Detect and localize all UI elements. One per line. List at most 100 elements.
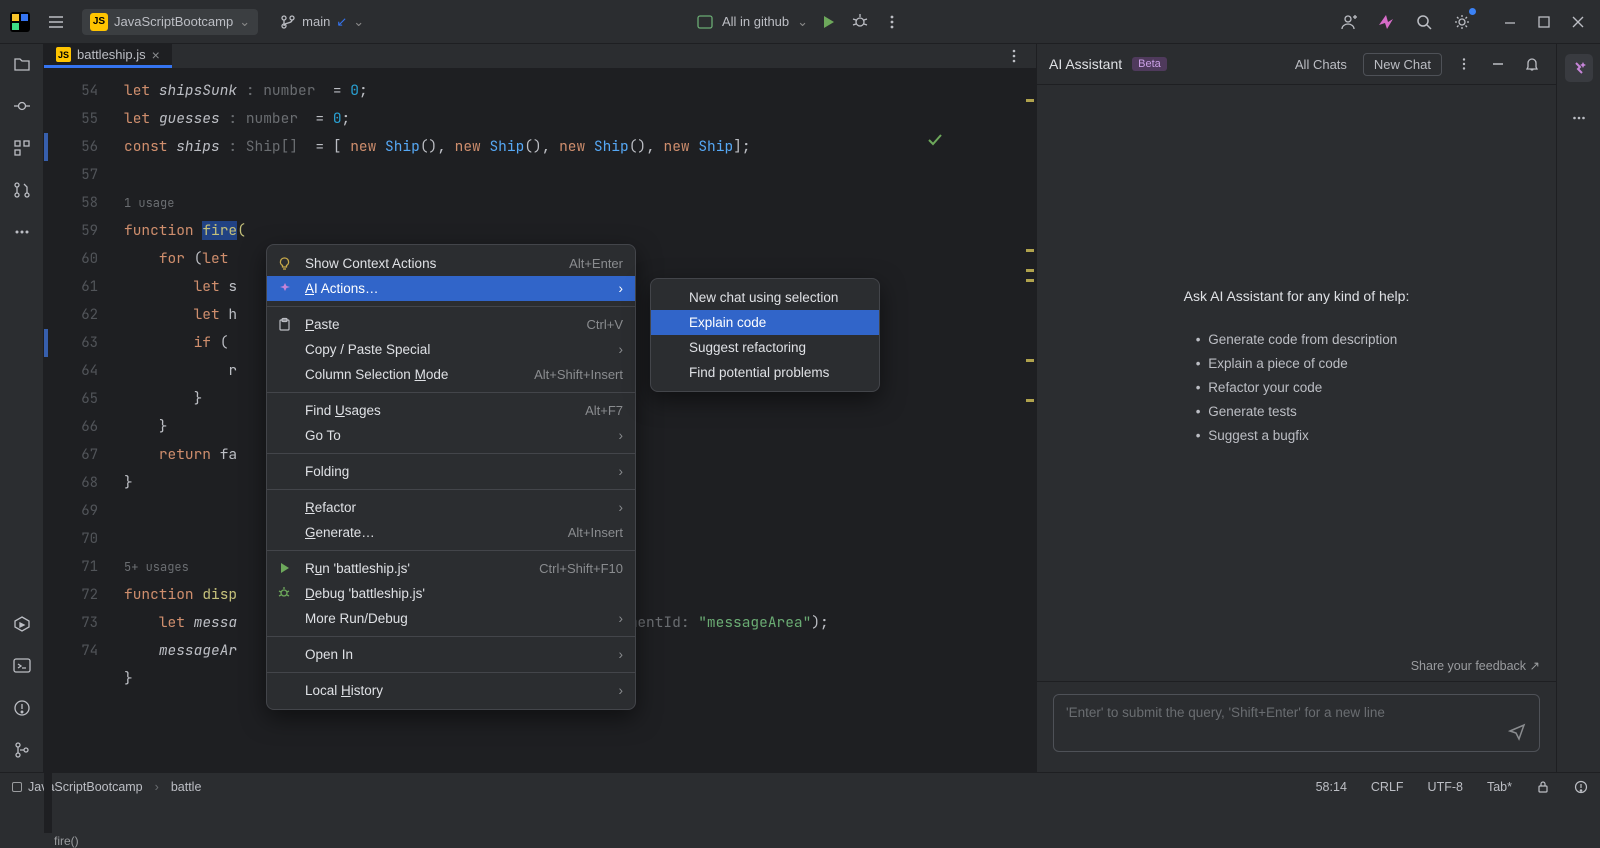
submenu-arrow-icon: ›	[619, 683, 624, 698]
app-logo-icon	[10, 12, 30, 32]
menu-separator	[267, 453, 635, 454]
send-icon[interactable]	[1507, 721, 1527, 741]
menu-shortcut: Ctrl+Shift+F10	[539, 561, 623, 576]
menu-shortcut: Alt+F7	[585, 403, 623, 418]
context-menu-item[interactable]: Folding›	[267, 459, 635, 484]
context-menu-item[interactable]: Find UsagesAlt+F7	[267, 398, 635, 423]
menu-item-label: Explain code	[689, 315, 766, 330]
change-marker	[44, 329, 48, 357]
submenu-item[interactable]: Explain code	[651, 310, 879, 335]
menu-shortcut: Alt+Insert	[568, 525, 623, 540]
code-with-me-icon[interactable]	[1336, 10, 1360, 34]
context-menu-item[interactable]: More Run/Debug›	[267, 606, 635, 631]
indent-config[interactable]: Tab*	[1487, 780, 1512, 794]
submenu-item[interactable]: Suggest refactoring	[651, 335, 879, 360]
close-window-button[interactable]	[1566, 10, 1590, 34]
ai-assistant-panel: AI Assistant Beta All Chats New Chat Ask…	[1036, 44, 1556, 772]
services-toolwindow-button[interactable]	[10, 612, 34, 636]
context-menu-item[interactable]: Copy / Paste Special›	[267, 337, 635, 362]
context-menu-item[interactable]: Local History›	[267, 678, 635, 703]
ai-chat-input[interactable]: 'Enter' to submit the query, 'Shift+Ente…	[1053, 694, 1540, 752]
context-menu-item[interactable]: Debug 'battleship.js'	[267, 581, 635, 606]
all-chats-tab[interactable]: All Chats	[1289, 53, 1353, 76]
problems-toolwindow-button[interactable]	[10, 696, 34, 720]
context-menu-item[interactable]: Run 'battleship.js'Ctrl+Shift+F10	[267, 556, 635, 581]
ai-actions-submenu[interactable]: New chat using selection Explain code Sugg…	[650, 278, 880, 392]
ai-input-placeholder: 'Enter' to submit the query, 'Shift+Ente…	[1066, 705, 1385, 720]
terminal-toolwindow-button[interactable]	[10, 654, 34, 678]
paste-icon	[277, 317, 293, 333]
ai-icon	[277, 281, 293, 297]
error-stripe[interactable]	[1024, 69, 1036, 833]
chevron-down-icon: ⌄	[797, 14, 808, 30]
submenu-item[interactable]: New chat using selection	[651, 285, 879, 310]
run-target-label[interactable]: All in github	[722, 14, 789, 29]
context-menu-item[interactable]: Generate… Alt+Insert	[267, 520, 635, 545]
inspection-ok-icon[interactable]	[926, 75, 1030, 205]
file-encoding[interactable]: UTF-8	[1428, 780, 1463, 794]
gutter-strip	[44, 69, 52, 833]
search-everywhere-button[interactable]	[1412, 10, 1436, 34]
minimize-window-button[interactable]	[1498, 10, 1522, 34]
ai-shortcut-icon[interactable]	[1374, 10, 1398, 34]
branch-name: main	[302, 14, 330, 29]
more-right-tools-button[interactable]	[1567, 106, 1591, 130]
submenu-arrow-icon: ›	[619, 342, 624, 357]
pull-requests-button[interactable]	[10, 178, 34, 202]
vcs-toolwindow-button[interactable]	[10, 738, 34, 762]
project-indicator-icon	[12, 782, 22, 792]
menu-item-label: AI Actions…	[305, 281, 379, 296]
context-menu-item[interactable]: Open In›	[267, 642, 635, 667]
ai-feedback-link[interactable]: Share your feedback ↗	[1037, 650, 1556, 682]
menu-item-label: Folding	[305, 464, 349, 479]
new-chat-button[interactable]: New Chat	[1363, 53, 1442, 76]
context-menu-item[interactable]: Go To›	[267, 423, 635, 448]
main-menu-button[interactable]	[44, 10, 68, 34]
submenu-arrow-icon: ›	[619, 281, 624, 296]
notifications-icon[interactable]	[1520, 52, 1544, 76]
caret-position[interactable]: 58:14	[1316, 780, 1347, 794]
ai-bullet-item: Generate code from description	[1196, 328, 1398, 352]
context-menu-item[interactable]: Show Context ActionsAlt+Enter	[267, 251, 635, 276]
commit-toolwindow-button[interactable]	[10, 94, 34, 118]
close-tab-button[interactable]: ×	[152, 48, 160, 62]
minimize-panel-button[interactable]	[1486, 52, 1510, 76]
maximize-window-button[interactable]	[1532, 10, 1556, 34]
ai-bullet-item: Generate tests	[1196, 400, 1398, 424]
ai-panel-title: AI Assistant	[1049, 56, 1122, 72]
line-number-gutter: 5455565758596061626364656667686970717273…	[52, 69, 110, 833]
menu-item-label: Debug 'battleship.js'	[305, 586, 425, 601]
vcs-branch-selector[interactable]: main ↙ ⌄	[272, 10, 372, 34]
ide-status-icon[interactable]	[1574, 780, 1588, 794]
menu-item-label: Go To	[305, 428, 341, 443]
project-toolwindow-button[interactable]	[10, 52, 34, 76]
incoming-icon: ↙	[336, 14, 347, 30]
context-menu-item[interactable]: AI Actions… ›	[267, 276, 635, 301]
context-menu-item[interactable]: PasteCtrl+V	[267, 312, 635, 337]
line-separator[interactable]: CRLF	[1371, 780, 1404, 794]
run-button[interactable]	[816, 10, 840, 34]
submenu-item[interactable]: Find potential problems	[651, 360, 879, 385]
ai-panel-menu-button[interactable]	[1452, 52, 1476, 76]
tab-options-button[interactable]	[1002, 44, 1026, 68]
menu-item-label: More Run/Debug	[305, 611, 408, 626]
chevron-down-icon: ⌄	[239, 14, 250, 30]
menu-separator	[267, 306, 635, 307]
ai-toolwindow-button[interactable]	[1565, 54, 1593, 82]
breadcrumb-item[interactable]: fire()	[54, 834, 79, 848]
more-actions-button[interactable]	[880, 10, 904, 34]
debug-button[interactable]	[848, 10, 872, 34]
menu-item-label: Generate…	[305, 525, 375, 540]
editor-tab[interactable]: JS battleship.js ×	[44, 44, 172, 68]
project-selector[interactable]: JS JavaScriptBootcamp ⌄	[82, 9, 258, 35]
context-menu-item[interactable]: Refactor›	[267, 495, 635, 520]
structure-toolwindow-button[interactable]	[10, 136, 34, 160]
submenu-arrow-icon: ›	[619, 500, 624, 515]
submenu-arrow-icon: ›	[619, 647, 624, 662]
editor-breadcrumb-bar: fire()	[44, 833, 1036, 848]
more-toolwindows-button[interactable]	[10, 220, 34, 244]
context-menu-item[interactable]: Column Selection ModeAlt+Shift+Insert	[267, 362, 635, 387]
settings-button[interactable]	[1450, 10, 1474, 34]
readonly-toggle-icon[interactable]	[1536, 780, 1550, 794]
editor-context-menu[interactable]: Show Context ActionsAlt+EnterAI Actions……	[266, 244, 636, 710]
